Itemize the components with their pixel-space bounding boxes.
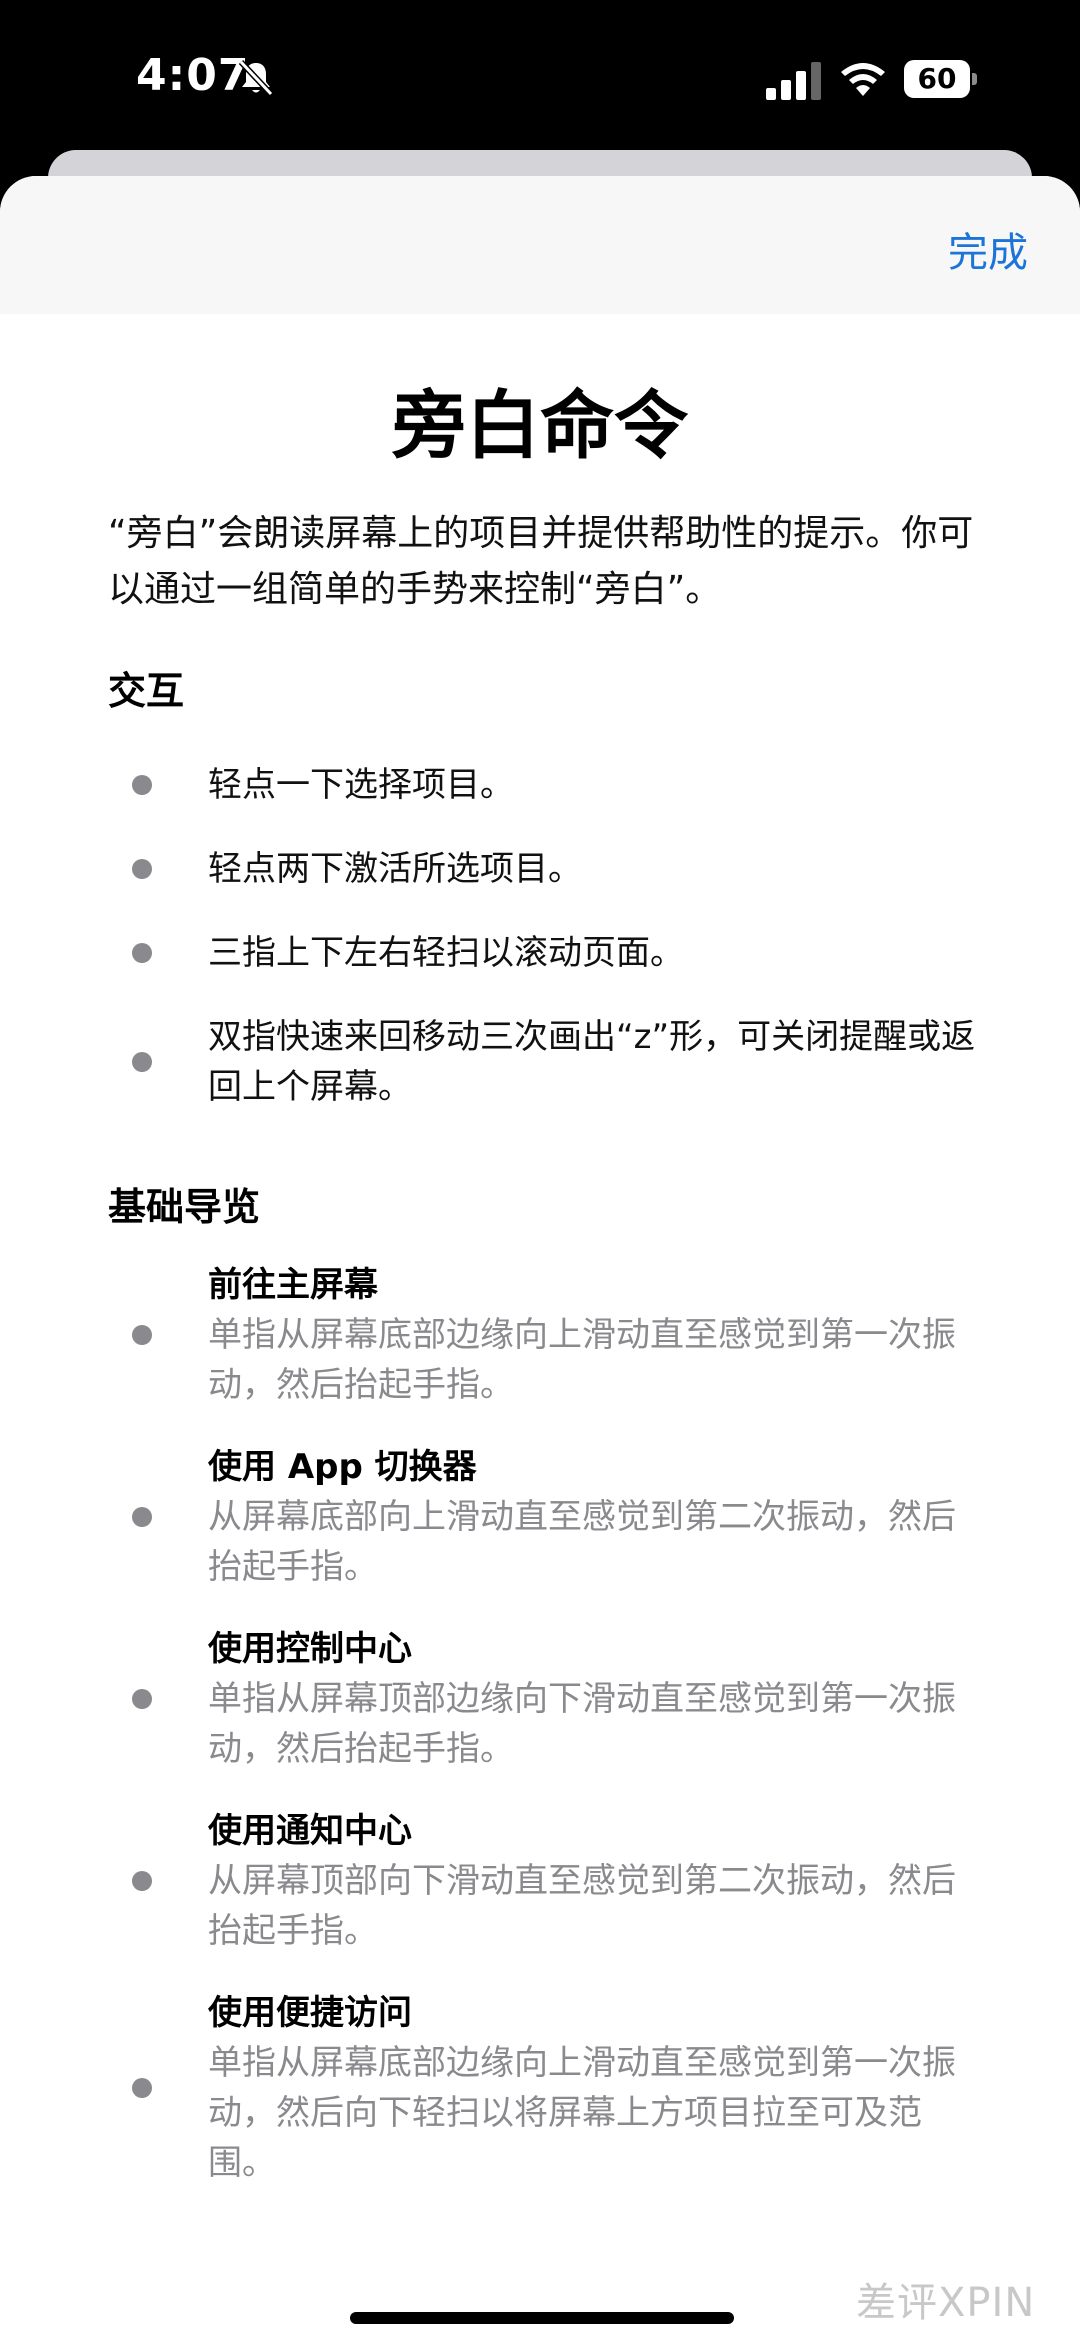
- item-description: 单指从屏幕底部边缘向上滑动直至感觉到第一次振动，然后抬起手指。: [208, 1315, 956, 1405]
- item-title: 使用便捷访问: [208, 1993, 412, 2033]
- list-item: 使用便捷访问 单指从屏幕底部边缘向上滑动直至感觉到第一次振动，然后向下轻扫以将屏…: [108, 1988, 988, 2188]
- list-item: 使用控制中心 单指从屏幕顶部边缘向下滑动直至感觉到第一次振动，然后抬起手指。: [108, 1624, 988, 1774]
- bullet-dot: [132, 1689, 152, 1709]
- item-description: 单指从屏幕顶部边缘向下滑动直至感觉到第一次振动，然后抬起手指。: [208, 1679, 956, 1769]
- bullet-dot: [132, 943, 152, 963]
- status-time: 4:07: [136, 50, 250, 101]
- bullet-dot: [132, 2078, 152, 2098]
- bullet-dot: [132, 1052, 152, 1072]
- item-title: 使用通知中心: [208, 1811, 412, 1851]
- item-title: 使用控制中心: [208, 1629, 412, 1669]
- list-item: 轻点一下选择项目。: [108, 760, 988, 810]
- cellular-signal-icon: [766, 62, 821, 100]
- section-heading-interaction: 交互: [108, 669, 185, 713]
- item-description: 从屏幕顶部向下滑动直至感觉到第二次振动，然后抬起手指。: [208, 1861, 956, 1951]
- sheet-header: 完成: [0, 176, 1080, 314]
- item-description: 从屏幕底部向上滑动直至感觉到第二次振动，然后抬起手指。: [208, 1497, 956, 1587]
- wifi-icon: [841, 63, 885, 96]
- bullet-dot: [132, 1871, 152, 1891]
- intro-text: “旁白”会朗读屏幕上的项目并提供帮助性的提示。你可以通过一组简单的手势来控制“旁…: [108, 513, 974, 610]
- battery-level: 60: [917, 62, 957, 95]
- status-bar: 4:07 60: [0, 0, 1080, 150]
- list-item: 使用 App 切换器 从屏幕底部向上滑动直至感觉到第二次振动，然后抬起手指。: [108, 1442, 988, 1592]
- bullet-dot: [132, 775, 152, 795]
- list-item: 前往主屏幕 单指从屏幕底部边缘向上滑动直至感觉到第一次振动，然后抬起手指。: [108, 1260, 988, 1410]
- bullet-dot: [132, 1325, 152, 1345]
- bullet-dot: [132, 1507, 152, 1527]
- item-title: 使用 App 切换器: [208, 1447, 477, 1487]
- list-item: 使用通知中心 从屏幕顶部向下滑动直至感觉到第二次振动，然后抬起手指。: [108, 1806, 988, 1956]
- home-indicator[interactable]: [350, 2312, 734, 2324]
- bell-slash-icon: [238, 59, 274, 97]
- done-button[interactable]: 完成: [948, 220, 1028, 278]
- page-title: 旁白命令: [392, 383, 688, 469]
- list-item: 三指上下左右轻扫以滚动页面。: [108, 928, 988, 978]
- item-description: 单指从屏幕底部边缘向上滑动直至感觉到第一次振动，然后向下轻扫以将屏幕上方项目拉至…: [208, 2043, 956, 2183]
- voiceover-commands-sheet: 完成 旁白命令 “旁白”会朗读屏幕上的项目并提供帮助性的提示。你可以通过一组简单…: [0, 176, 1080, 2347]
- section-heading-navigation: 基础导览: [108, 1185, 261, 1229]
- bullet-dot: [132, 859, 152, 879]
- list-item: 轻点两下激活所选项目。: [108, 844, 988, 894]
- list-item: 双指快速来回移动三次画出“z”形，可关闭提醒或返回上个屏幕。: [108, 1012, 988, 1112]
- watermark: 差评XPIN: [856, 2280, 1036, 2326]
- item-title: 前往主屏幕: [208, 1265, 378, 1305]
- battery-icon: 60: [904, 60, 978, 98]
